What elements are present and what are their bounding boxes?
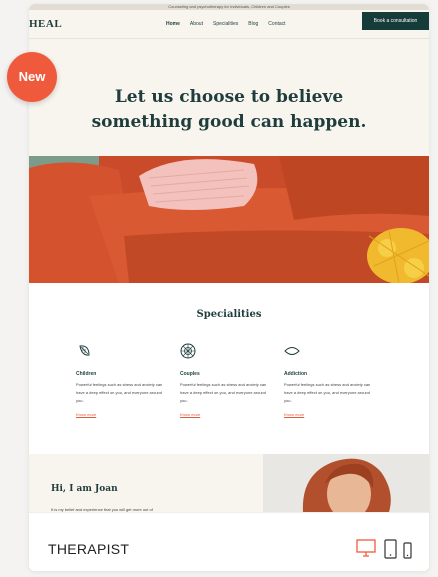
preview-hero-heading: Let us choose to believe something good … <box>29 85 429 135</box>
preview-speciality-desc: Powerful feelings such as stress and anx… <box>284 382 371 403</box>
preview-cta-button: Book a consultation <box>362 12 429 30</box>
preview-hero-line1: Let us choose to believe <box>114 87 344 107</box>
preview-about-title: Hi, I am Joan <box>51 484 118 494</box>
preview-speciality-desc: Powerful feelings such as stress and anx… <box>180 382 267 403</box>
preview-nav-home: Home <box>166 21 180 27</box>
preview-about-text-block: Hi, I am Joan It is my belief and experi… <box>29 454 263 512</box>
mandala-icon <box>180 343 196 359</box>
preview-logo: HEAL <box>29 18 63 30</box>
eye-icon <box>284 347 300 355</box>
template-card[interactable]: Counseling and psychotherapy for Individ… <box>29 4 429 571</box>
new-badge: New <box>7 52 57 102</box>
card-footer: THERAPIST <box>29 512 429 571</box>
preview-speciality-addiction: Addiction Powerful feelings such as stre… <box>284 343 376 417</box>
preview-speciality-link: Know more <box>76 412 97 417</box>
preview-nav-blog: Blog <box>248 21 259 27</box>
preview-speciality-link: Know more <box>284 412 305 417</box>
preview-speciality-children: Children Powerful feelings such as stres… <box>76 343 168 417</box>
preview-nav: HEAL Home About Specialities Blog Contac… <box>29 10 429 39</box>
preview-specialities: Specialities Children Powerful feelings … <box>29 283 429 454</box>
preview-specialities-title: Specialities <box>196 309 262 320</box>
preview-hero-line2: something good can happen. <box>91 112 367 132</box>
preview-nav-specialities: Specialities <box>212 21 239 27</box>
preview-speciality-link: Know more <box>180 412 201 417</box>
preview-portrait-photo <box>263 454 429 512</box>
preview-nav-about: About <box>189 21 203 27</box>
preview-speciality-title: Couples <box>180 371 200 377</box>
preview-about: Hi, I am Joan It is my belief and experi… <box>29 454 429 512</box>
preview-speciality-title: Children <box>76 371 97 377</box>
template-preview[interactable]: Counseling and psychotherapy for Individ… <box>29 4 429 512</box>
preview-speciality-desc: Powerful feelings such as stress and anx… <box>76 382 163 403</box>
preview-speciality-title: Addiction <box>284 371 308 377</box>
leaf-icon <box>79 345 90 356</box>
tablet-icon[interactable] <box>384 539 397 559</box>
mobile-icon[interactable] <box>403 542 412 559</box>
desktop-icon[interactable] <box>356 539 376 557</box>
template-title: THERAPIST <box>48 541 130 557</box>
preview-hero: Let us choose to believe something good … <box>29 39 429 161</box>
preview-speciality-couples: Couples Powerful feelings such as stress… <box>180 343 272 417</box>
preview-nav-links: Home About Specialities Blog Contact <box>166 21 286 27</box>
preview-sofa-image <box>29 156 429 283</box>
preview-nav-contact: Contact <box>268 21 286 27</box>
